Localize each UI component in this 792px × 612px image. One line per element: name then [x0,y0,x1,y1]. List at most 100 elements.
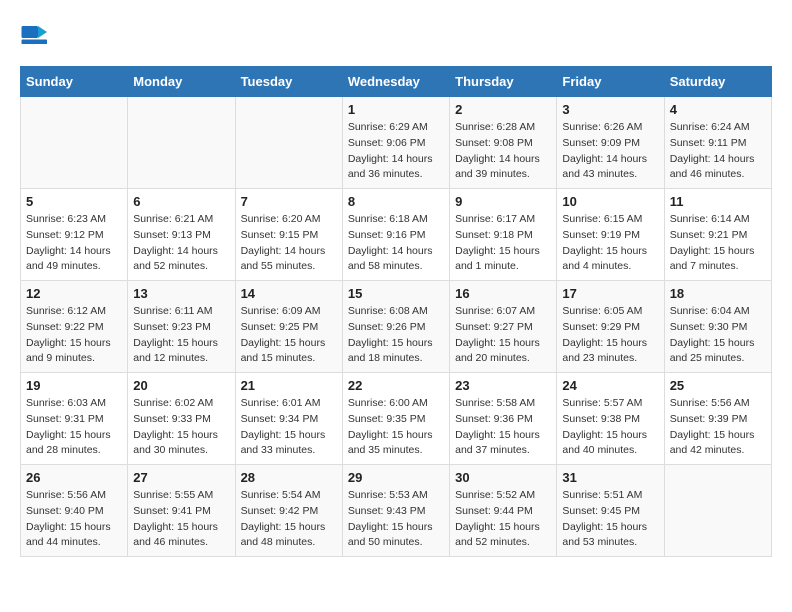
day-info: Sunrise: 6:05 AMSunset: 9:29 PMDaylight:… [562,304,658,367]
day-info: Sunrise: 5:57 AMSunset: 9:38 PMDaylight:… [562,396,658,459]
calendar-day: 27 Sunrise: 5:55 AMSunset: 9:41 PMDaylig… [128,465,235,557]
calendar-body: 1 Sunrise: 6:29 AMSunset: 9:06 PMDayligh… [21,97,772,557]
day-info: Sunrise: 6:11 AMSunset: 9:23 PMDaylight:… [133,304,229,367]
day-number: 1 [348,102,444,117]
day-number: 22 [348,378,444,393]
weekday-header: Tuesday [235,67,342,97]
calendar-day: 7 Sunrise: 6:20 AMSunset: 9:15 PMDayligh… [235,189,342,281]
day-number: 14 [241,286,337,301]
day-info: Sunrise: 5:56 AMSunset: 9:40 PMDaylight:… [26,488,122,551]
calendar-day: 5 Sunrise: 6:23 AMSunset: 9:12 PMDayligh… [21,189,128,281]
calendar-day: 13 Sunrise: 6:11 AMSunset: 9:23 PMDaylig… [128,281,235,373]
day-info: Sunrise: 5:51 AMSunset: 9:45 PMDaylight:… [562,488,658,551]
calendar-day: 6 Sunrise: 6:21 AMSunset: 9:13 PMDayligh… [128,189,235,281]
calendar-header: SundayMondayTuesdayWednesdayThursdayFrid… [21,67,772,97]
day-number: 6 [133,194,229,209]
day-info: Sunrise: 6:28 AMSunset: 9:08 PMDaylight:… [455,120,551,183]
calendar-day: 22 Sunrise: 6:00 AMSunset: 9:35 PMDaylig… [342,373,449,465]
header [20,20,772,50]
calendar-day: 17 Sunrise: 6:05 AMSunset: 9:29 PMDaylig… [557,281,664,373]
calendar-day: 26 Sunrise: 5:56 AMSunset: 9:40 PMDaylig… [21,465,128,557]
day-info: Sunrise: 5:54 AMSunset: 9:42 PMDaylight:… [241,488,337,551]
day-info: Sunrise: 6:00 AMSunset: 9:35 PMDaylight:… [348,396,444,459]
day-number: 2 [455,102,551,117]
day-number: 31 [562,470,658,485]
calendar-day: 11 Sunrise: 6:14 AMSunset: 9:21 PMDaylig… [664,189,771,281]
calendar-week: 1 Sunrise: 6:29 AMSunset: 9:06 PMDayligh… [21,97,772,189]
calendar-day: 8 Sunrise: 6:18 AMSunset: 9:16 PMDayligh… [342,189,449,281]
calendar-table: SundayMondayTuesdayWednesdayThursdayFrid… [20,66,772,557]
day-info: Sunrise: 6:17 AMSunset: 9:18 PMDaylight:… [455,212,551,275]
calendar-day: 2 Sunrise: 6:28 AMSunset: 9:08 PMDayligh… [450,97,557,189]
calendar-day: 30 Sunrise: 5:52 AMSunset: 9:44 PMDaylig… [450,465,557,557]
weekday-header: Friday [557,67,664,97]
weekday-row: SundayMondayTuesdayWednesdayThursdayFrid… [21,67,772,97]
calendar-day [21,97,128,189]
day-number: 13 [133,286,229,301]
day-number: 27 [133,470,229,485]
day-number: 19 [26,378,122,393]
day-number: 11 [670,194,766,209]
day-info: Sunrise: 6:29 AMSunset: 9:06 PMDaylight:… [348,120,444,183]
calendar-day [128,97,235,189]
day-info: Sunrise: 6:12 AMSunset: 9:22 PMDaylight:… [26,304,122,367]
calendar-day: 29 Sunrise: 5:53 AMSunset: 9:43 PMDaylig… [342,465,449,557]
day-info: Sunrise: 5:58 AMSunset: 9:36 PMDaylight:… [455,396,551,459]
day-info: Sunrise: 6:26 AMSunset: 9:09 PMDaylight:… [562,120,658,183]
day-number: 21 [241,378,337,393]
day-number: 16 [455,286,551,301]
calendar-week: 26 Sunrise: 5:56 AMSunset: 9:40 PMDaylig… [21,465,772,557]
calendar-day: 10 Sunrise: 6:15 AMSunset: 9:19 PMDaylig… [557,189,664,281]
day-info: Sunrise: 6:20 AMSunset: 9:15 PMDaylight:… [241,212,337,275]
weekday-header: Wednesday [342,67,449,97]
calendar-day: 31 Sunrise: 5:51 AMSunset: 9:45 PMDaylig… [557,465,664,557]
day-number: 23 [455,378,551,393]
calendar-day: 14 Sunrise: 6:09 AMSunset: 9:25 PMDaylig… [235,281,342,373]
day-info: Sunrise: 6:03 AMSunset: 9:31 PMDaylight:… [26,396,122,459]
day-info: Sunrise: 5:56 AMSunset: 9:39 PMDaylight:… [670,396,766,459]
day-info: Sunrise: 5:55 AMSunset: 9:41 PMDaylight:… [133,488,229,551]
day-info: Sunrise: 6:23 AMSunset: 9:12 PMDaylight:… [26,212,122,275]
calendar-day: 25 Sunrise: 5:56 AMSunset: 9:39 PMDaylig… [664,373,771,465]
day-info: Sunrise: 5:53 AMSunset: 9:43 PMDaylight:… [348,488,444,551]
day-number: 28 [241,470,337,485]
day-number: 12 [26,286,122,301]
day-info: Sunrise: 6:21 AMSunset: 9:13 PMDaylight:… [133,212,229,275]
day-number: 10 [562,194,658,209]
weekday-header: Thursday [450,67,557,97]
day-info: Sunrise: 6:07 AMSunset: 9:27 PMDaylight:… [455,304,551,367]
day-info: Sunrise: 6:14 AMSunset: 9:21 PMDaylight:… [670,212,766,275]
day-info: Sunrise: 6:24 AMSunset: 9:11 PMDaylight:… [670,120,766,183]
calendar-day: 20 Sunrise: 6:02 AMSunset: 9:33 PMDaylig… [128,373,235,465]
weekday-header: Sunday [21,67,128,97]
day-info: Sunrise: 6:08 AMSunset: 9:26 PMDaylight:… [348,304,444,367]
day-info: Sunrise: 6:01 AMSunset: 9:34 PMDaylight:… [241,396,337,459]
day-number: 9 [455,194,551,209]
calendar-week: 5 Sunrise: 6:23 AMSunset: 9:12 PMDayligh… [21,189,772,281]
day-number: 4 [670,102,766,117]
calendar-week: 19 Sunrise: 6:03 AMSunset: 9:31 PMDaylig… [21,373,772,465]
calendar-day: 21 Sunrise: 6:01 AMSunset: 9:34 PMDaylig… [235,373,342,465]
logo-icon [20,20,50,50]
calendar-day: 3 Sunrise: 6:26 AMSunset: 9:09 PMDayligh… [557,97,664,189]
day-number: 17 [562,286,658,301]
day-number: 18 [670,286,766,301]
calendar-day: 4 Sunrise: 6:24 AMSunset: 9:11 PMDayligh… [664,97,771,189]
day-number: 25 [670,378,766,393]
day-info: Sunrise: 6:09 AMSunset: 9:25 PMDaylight:… [241,304,337,367]
calendar-day: 28 Sunrise: 5:54 AMSunset: 9:42 PMDaylig… [235,465,342,557]
calendar-day: 1 Sunrise: 6:29 AMSunset: 9:06 PMDayligh… [342,97,449,189]
day-number: 8 [348,194,444,209]
day-info: Sunrise: 6:02 AMSunset: 9:33 PMDaylight:… [133,396,229,459]
day-info: Sunrise: 6:04 AMSunset: 9:30 PMDaylight:… [670,304,766,367]
weekday-header: Monday [128,67,235,97]
day-number: 20 [133,378,229,393]
day-number: 15 [348,286,444,301]
calendar-day: 24 Sunrise: 5:57 AMSunset: 9:38 PMDaylig… [557,373,664,465]
calendar-day: 19 Sunrise: 6:03 AMSunset: 9:31 PMDaylig… [21,373,128,465]
calendar-day [235,97,342,189]
day-number: 30 [455,470,551,485]
day-number: 29 [348,470,444,485]
calendar-week: 12 Sunrise: 6:12 AMSunset: 9:22 PMDaylig… [21,281,772,373]
calendar-day: 16 Sunrise: 6:07 AMSunset: 9:27 PMDaylig… [450,281,557,373]
